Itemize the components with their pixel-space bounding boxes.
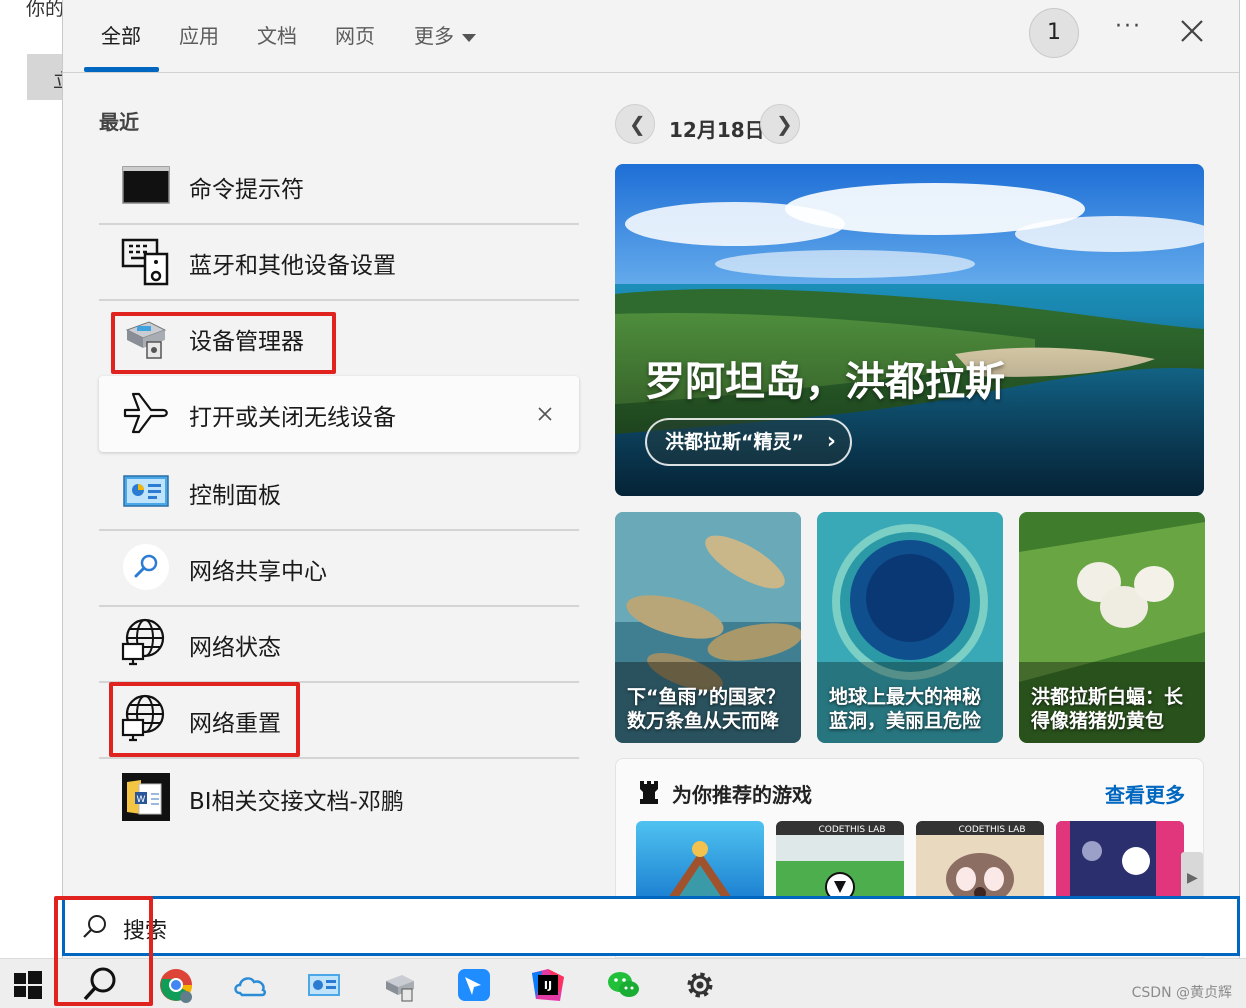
game-image bbox=[1056, 821, 1184, 901]
recent-item-label: 蓝牙和其他设备设置 bbox=[189, 253, 396, 279]
avatar[interactable]: 1 bbox=[1029, 8, 1079, 58]
game-thumbnail[interactable] bbox=[1056, 821, 1184, 901]
windows-start-icon[interactable] bbox=[10, 967, 46, 1003]
chevron-right-icon: ▶ bbox=[1187, 870, 1198, 886]
recent-item-wireless-toggle[interactable]: 打开或关闭无线设备 bbox=[99, 376, 579, 452]
background-text: 你的 bbox=[26, 0, 65, 20]
tab-bar: 全部 应用 文档 网页 更多 1 ··· bbox=[63, 0, 1239, 73]
recent-item-label: 打开或关闭无线设备 bbox=[189, 405, 396, 431]
recent-item-label: 控制面板 bbox=[189, 483, 281, 509]
chrome-icon[interactable] bbox=[158, 967, 194, 1003]
hero-card[interactable]: 罗阿坦岛，洪都拉斯 洪都拉斯“精灵” › bbox=[615, 164, 1204, 496]
recent-item-bluetooth-settings[interactable]: 蓝牙和其他设备设置 bbox=[99, 224, 579, 300]
tab-all[interactable]: 全部 bbox=[101, 20, 141, 49]
settings-icon[interactable] bbox=[682, 967, 718, 1003]
game-thumbnail[interactable]: CODETHIS LAB bbox=[916, 821, 1044, 901]
recent-item-label: 网络状态 bbox=[189, 635, 281, 661]
active-tab-indicator bbox=[84, 67, 159, 72]
news-card[interactable]: 地球上最大的神秘蓝洞，美丽且危险 bbox=[817, 512, 1003, 743]
svg-text:CODETHIS LAB: CODETHIS LAB bbox=[958, 825, 1025, 835]
prev-date-button[interactable]: ❮ bbox=[615, 104, 655, 144]
control-panel-icon bbox=[123, 475, 169, 507]
annotation-highlight bbox=[54, 896, 153, 1006]
tab-documents[interactable]: 文档 bbox=[257, 20, 297, 49]
close-icon[interactable] bbox=[1179, 18, 1205, 44]
wechat-icon[interactable] bbox=[606, 967, 642, 1003]
taskbar: IJ CSDN @黄贞辉 bbox=[0, 958, 1246, 1008]
background-button[interactable]: 立 bbox=[27, 54, 72, 100]
recent-title: 最近 bbox=[99, 110, 139, 134]
recent-item-command-prompt[interactable]: 命令提示符 bbox=[99, 148, 579, 224]
news-card[interactable]: 洪都拉斯白蝠：长得像猪猪奶黄包 bbox=[1019, 512, 1205, 743]
search-bar[interactable]: 搜索 bbox=[62, 896, 1240, 956]
game-image bbox=[666, 841, 734, 901]
feishu-icon[interactable] bbox=[456, 967, 492, 1003]
news-card-title: 下“鱼雨”的国家？数万条鱼从天而降 bbox=[627, 686, 785, 732]
svg-text:IJ: IJ bbox=[544, 979, 552, 992]
chevron-left-icon: ❮ bbox=[629, 112, 646, 136]
recent-item-network-sharing-center[interactable]: 网络共享中心 bbox=[99, 530, 579, 606]
recent-item-label: 网络共享中心 bbox=[189, 559, 327, 585]
tab-more[interactable]: 更多 bbox=[414, 20, 476, 49]
tab-apps[interactable]: 应用 bbox=[179, 20, 219, 49]
game-thumbnail[interactable]: CODETHIS LAB bbox=[776, 821, 904, 901]
news-card-title: 地球上最大的神秘蓝洞，美丽且危险 bbox=[829, 686, 982, 732]
chevron-down-icon bbox=[462, 33, 476, 42]
hero-link-label: 洪都拉斯“精灵” bbox=[665, 431, 804, 453]
recent-item-network-status[interactable]: 网络状态 bbox=[99, 606, 579, 682]
annotation-highlight bbox=[111, 312, 336, 374]
recent-item-control-panel[interactable]: 控制面板 bbox=[99, 454, 579, 530]
recent-item-bi-document[interactable]: W BI相关交接文档-邓鹏 bbox=[99, 760, 579, 836]
hero-link-button[interactable]: 洪都拉斯“精灵” › bbox=[645, 418, 852, 466]
game-thumbnail[interactable] bbox=[636, 821, 764, 901]
news-card-title: 洪都拉斯白蝠：长得像猪猪奶黄包 bbox=[1031, 686, 1184, 732]
control-panel-icon[interactable] bbox=[306, 967, 342, 1003]
search-panel: 全部 应用 文档 网页 更多 1 ··· 最近 命令提示符 蓝牙和其他设备设置 … bbox=[62, 0, 1240, 958]
news-card[interactable]: 下“鱼雨”的国家？数万条鱼从天而降 bbox=[615, 512, 801, 743]
recent-item-label: BI相关交接文档-邓鹏 bbox=[189, 789, 404, 815]
hero-title: 罗阿坦岛，洪都拉斯 bbox=[645, 359, 1005, 405]
watermark: CSDN @黄贞辉 bbox=[1131, 985, 1232, 1001]
network-globe-icon bbox=[121, 618, 165, 666]
feed-date: 12月18日 bbox=[669, 118, 765, 142]
tab-web[interactable]: 网页 bbox=[335, 20, 375, 49]
chevron-right-icon: ❯ bbox=[776, 112, 793, 136]
chess-rook-icon bbox=[640, 781, 658, 804]
search-network-icon bbox=[123, 544, 169, 590]
recent-item-label: 命令提示符 bbox=[189, 177, 304, 203]
tab-more-label: 更多 bbox=[414, 24, 454, 48]
more-options-icon[interactable]: ··· bbox=[1115, 14, 1142, 39]
divider bbox=[99, 757, 579, 759]
games-title: 为你推荐的游戏 bbox=[672, 783, 812, 807]
word-document-icon: W bbox=[122, 773, 170, 821]
next-date-button[interactable]: ❯ bbox=[760, 104, 800, 144]
onedrive-icon[interactable] bbox=[232, 967, 268, 1003]
devices-icon bbox=[121, 238, 169, 286]
game-image: CODETHIS LAB bbox=[776, 821, 904, 901]
terminal-icon bbox=[122, 166, 170, 204]
svg-text:CODETHIS LAB: CODETHIS LAB bbox=[818, 825, 885, 835]
intellij-icon[interactable]: IJ bbox=[530, 967, 566, 1003]
remove-icon[interactable] bbox=[537, 406, 553, 422]
airplane-icon bbox=[123, 392, 168, 434]
annotation-highlight bbox=[109, 682, 300, 757]
device-manager-icon[interactable] bbox=[382, 967, 418, 1003]
chevron-right-icon: › bbox=[826, 429, 836, 454]
see-more-link[interactable]: 查看更多 bbox=[1105, 779, 1185, 808]
game-image: CODETHIS LAB bbox=[916, 821, 1044, 901]
svg-text:W: W bbox=[137, 795, 146, 805]
